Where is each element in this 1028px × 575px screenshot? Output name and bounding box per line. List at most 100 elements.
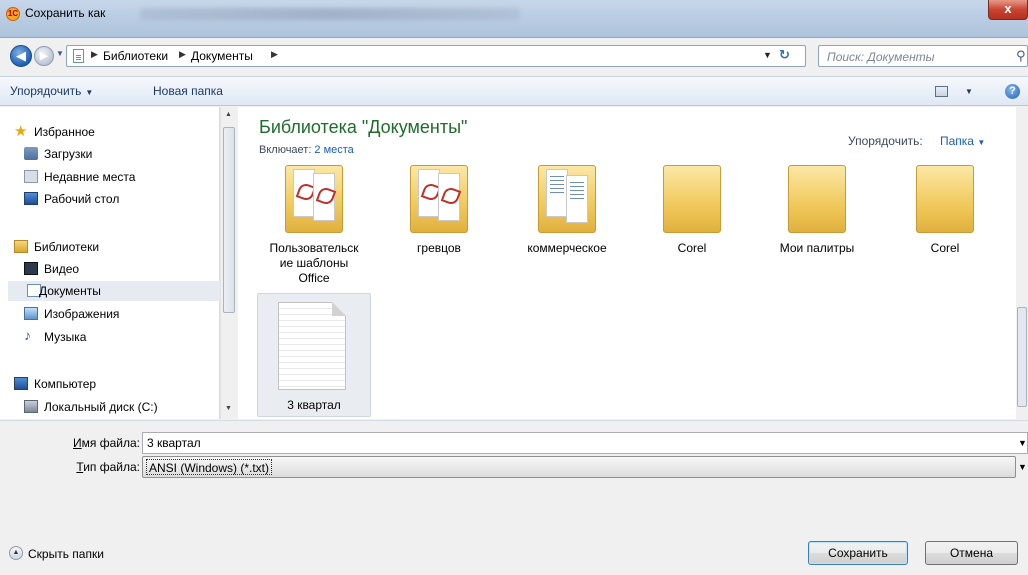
file-item-label: коммерческое (527, 241, 607, 255)
sidebar-item-recent-places[interactable]: Недавние места (24, 167, 220, 187)
includes-locations-link[interactable]: 2 места (314, 144, 353, 156)
breadcrumb-separator-icon[interactable]: ▶ (91, 49, 98, 60)
arrange-by-dropdown[interactable]: Папка ▼ (940, 134, 985, 148)
view-options-chevron-icon[interactable]: ▼ (965, 87, 973, 96)
text-document-icon (278, 302, 346, 390)
save-form: Имя файла: ▼ Тип файла: ANSI (Windows) (… (0, 420, 1028, 575)
title-bar: 1С Сохранить как x (0, 0, 1028, 38)
pdf-document-icon (313, 173, 335, 221)
change-view-icon[interactable] (935, 86, 948, 97)
filename-label: Имя файла: (66, 436, 140, 450)
help-icon[interactable]: ? (1005, 84, 1020, 99)
file-item-label: Corel (930, 241, 960, 255)
scrollbar-thumb[interactable] (223, 127, 235, 313)
search-placeholder: Поиск: Документы (827, 50, 935, 64)
chevron-down-icon: ▼ (977, 138, 986, 147)
includes-label: Включает: (259, 144, 312, 156)
sidebar-item-local-disk[interactable]: Локальный диск (C:) (24, 397, 220, 417)
folder-icon (532, 165, 602, 235)
images-icon (24, 307, 38, 320)
sidebar-item-computer[interactable]: Компьютер (14, 374, 214, 394)
file-label-line: Пользовательск (269, 241, 359, 255)
scroll-down-icon[interactable]: ▼ (225, 405, 232, 412)
close-button[interactable]: x (988, 0, 1028, 20)
file-item-label: 3 квартал (287, 398, 341, 412)
scroll-up-icon[interactable]: ▲ (225, 111, 232, 118)
folder-icon (279, 165, 349, 235)
downloads-folder-icon (24, 147, 38, 160)
sidebar-item-music[interactable]: ♪ Музыка (24, 327, 220, 347)
navigation-pane: ★ Избранное Загрузки Недавние места Рабо… (0, 107, 220, 419)
music-note-icon: ♪ (24, 327, 31, 343)
history-dropdown-icon[interactable]: ▼ (56, 49, 64, 58)
file-item-folder[interactable]: Пользовательск ие шаблоны Office (257, 165, 371, 289)
sidebar-item-downloads[interactable]: Загрузки (24, 144, 220, 164)
file-item-label: гревцов (417, 241, 461, 255)
forward-button[interactable]: ▶ (34, 46, 54, 66)
search-icon[interactable]: ⚲ (1016, 48, 1026, 64)
file-item-text-selected[interactable]: 3 квартал (257, 293, 371, 417)
video-icon (24, 262, 38, 275)
hide-folders-button[interactable]: Скрыть папки (28, 547, 104, 561)
sidebar-item-label: Рабочий стол (44, 192, 120, 206)
libraries-icon (14, 240, 28, 253)
breadcrumb-separator-icon[interactable]: ▶ (179, 49, 186, 60)
folder-body (663, 165, 721, 233)
address-dropdown-icon[interactable]: ▼ (763, 50, 772, 60)
recent-places-icon (24, 170, 38, 183)
new-folder-button[interactable]: Новая папка (153, 84, 223, 98)
breadcrumb-libraries[interactable]: Библиотеки (103, 49, 168, 63)
window-title: Сохранить как (25, 6, 106, 20)
save-button[interactable]: Сохранить (808, 541, 908, 565)
refresh-icon[interactable]: ↻ (779, 47, 790, 63)
sidebar-item-documents[interactable]: Документы (8, 281, 220, 301)
arrange-by-value: Папка (940, 134, 974, 148)
sidebar-item-label: Локальный диск (C:) (44, 400, 158, 414)
sidebar-item-label: Избранное (34, 125, 95, 139)
arrange-by-label: Упорядочить: (848, 134, 923, 148)
organize-button[interactable]: Упорядочить ▼ (10, 84, 93, 98)
file-label-line: ие шаблоны (279, 256, 349, 270)
star-icon: ★ (14, 123, 28, 140)
back-button[interactable]: ◀ (10, 45, 32, 67)
pdf-document-icon (418, 169, 440, 217)
filetype-dropdown-icon[interactable]: ▼ (1018, 462, 1027, 472)
filetype-label: Тип файла: (66, 460, 140, 474)
sidebar-item-label: Видео (44, 262, 80, 276)
sidebar-item-libraries[interactable]: Библиотеки (14, 237, 214, 257)
file-item-folder[interactable]: Corel (635, 165, 749, 265)
pdf-document-icon (293, 169, 315, 217)
sidebar-item-video[interactable]: Видео (24, 259, 220, 279)
navigation-scrollbar[interactable]: ▲ ▼ (220, 107, 237, 419)
filename-dropdown-icon[interactable]: ▼ (1018, 438, 1027, 448)
file-item-folder[interactable]: Corel (888, 165, 1002, 265)
scrollbar-thumb[interactable] (1017, 307, 1027, 407)
filetype-select[interactable]: ANSI (Windows) (*.txt) (142, 456, 1016, 478)
sidebar-item-label: Недавние места (44, 170, 136, 184)
app-1c-icon: 1С (6, 7, 20, 21)
sidebar-item-images[interactable]: Изображения (24, 304, 220, 324)
address-bar[interactable]: ▶ Библиотеки ▶ Документы ▶ ▼ ↻ (66, 45, 806, 67)
library-includes: Включает: 2 места (259, 144, 354, 156)
documents-folder-icon (73, 49, 84, 63)
content-scrollbar[interactable] (1016, 107, 1028, 419)
collapse-up-icon[interactable]: ▲ (9, 546, 23, 560)
sidebar-item-desktop[interactable]: Рабочий стол (24, 189, 220, 209)
folder-icon (404, 165, 474, 235)
cancel-button[interactable]: Отмена (925, 541, 1018, 565)
filetype-value: ANSI (Windows) (*.txt) (146, 459, 273, 475)
filename-label-accelerator: И (73, 436, 82, 450)
toolbar: Упорядочить ▼ Новая папка ▼ ? (0, 76, 1028, 106)
filename-field[interactable] (142, 432, 1028, 454)
file-item-folder[interactable]: гревцов (382, 165, 496, 265)
breadcrumb-documents[interactable]: Документы (191, 49, 253, 63)
breadcrumb-separator-icon[interactable]: ▶ (271, 49, 278, 60)
file-item-folder[interactable]: Мои палитры (760, 165, 874, 265)
file-item-folder[interactable]: коммерческое (510, 165, 624, 265)
sidebar-item-favorites[interactable]: ★ Избранное (14, 122, 214, 142)
library-title: Библиотека "Документы" (259, 117, 468, 137)
document-icon (546, 169, 568, 217)
file-item-label: Пользовательск ие шаблоны Office (257, 241, 371, 286)
search-input[interactable]: Поиск: Документы ⚲ (818, 45, 1028, 67)
pdf-document-icon (438, 173, 460, 221)
